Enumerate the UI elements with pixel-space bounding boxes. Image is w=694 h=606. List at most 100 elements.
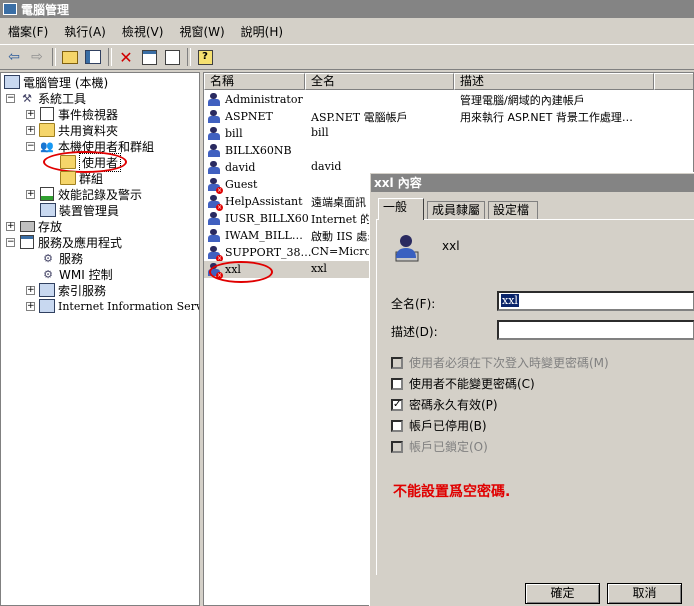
user-name: bill [225, 127, 243, 140]
user-name-cell: IWAM_BILL… [207, 227, 303, 244]
back-icon[interactable]: ⇦ [5, 48, 23, 66]
tree-device-manager[interactable]: 裝置管理員 [40, 202, 119, 218]
user-icon [207, 92, 221, 107]
cancel-button[interactable]: 取消 [607, 583, 682, 604]
tree-storage[interactable]: + 存放 [6, 218, 62, 234]
tree-label: 共用資料夾 [58, 123, 119, 138]
device-manager-icon [40, 203, 56, 217]
services-gear-icon: ⚙ [43, 251, 53, 265]
tree-label: 裝置管理員 [59, 203, 120, 218]
expand-icon[interactable]: + [26, 125, 35, 135]
tree-users[interactable]: 使用者 [60, 152, 122, 172]
fullname-field[interactable]: xxl [497, 291, 694, 311]
tree-shared-folders[interactable]: + 共用資料夾 [26, 122, 118, 138]
export-icon[interactable] [163, 48, 181, 66]
checkbox-box-checked[interactable]: ✓ [391, 398, 403, 411]
expand-icon[interactable]: + [26, 285, 35, 295]
table-row[interactable]: bill bill [204, 125, 693, 142]
checkbox-box[interactable] [391, 356, 403, 369]
column-header-fullname[interactable]: 全名 [305, 73, 454, 90]
tree-system-tools[interactable]: − ⚒ 系統工具 [6, 90, 86, 106]
description-field[interactable] [497, 320, 694, 340]
user-name-cell: × SUPPORT_38… [207, 244, 312, 262]
tree-services[interactable]: ⚙ 服務 [40, 250, 83, 266]
tree-services-apps[interactable]: − 服務及應用程式 [6, 234, 122, 250]
user-disabled-icon: × [207, 177, 223, 194]
user-name: SUPPORT_38… [225, 246, 312, 259]
expand-icon[interactable]: + [26, 109, 35, 119]
table-row[interactable]: ASPNET ASP.NET 電腦帳戶 用來執行 ASP.NET 背景工作處理… [204, 108, 693, 125]
dialog-title: xxl 內容 [371, 174, 694, 192]
tree-wmi[interactable]: ⚙ WMI 控制 [40, 266, 113, 282]
event-viewer-icon [39, 107, 55, 121]
checkbox-label: 帳戶已鎖定(O) [409, 440, 488, 454]
user-name-cell: × Guest [207, 176, 257, 194]
tree-indexing[interactable]: + 索引服務 [26, 282, 106, 298]
user-name-cell: Administrator [207, 91, 303, 108]
checkbox-account-disabled[interactable]: 帳戶已停用(B) [391, 417, 487, 434]
properties-icon[interactable] [140, 48, 158, 66]
description-label: 描述(D): [391, 325, 438, 339]
user-icon [207, 126, 221, 141]
user-fullname: xxl [311, 262, 327, 275]
user-name: david [225, 161, 256, 174]
tree-iis[interactable]: + Internet Information Services [26, 298, 199, 314]
expand-icon[interactable]: + [26, 301, 35, 311]
table-row[interactable]: BILLX60NB [204, 142, 693, 159]
collapse-icon[interactable]: − [6, 93, 15, 103]
user-icon [207, 143, 221, 158]
tree-label: 服務 [59, 251, 84, 266]
collapse-icon[interactable]: − [6, 237, 15, 247]
delete-icon[interactable]: ✕ [117, 48, 135, 67]
show-hide-tree-icon[interactable] [84, 48, 102, 66]
tab-general[interactable]: 一般 [378, 198, 424, 220]
user-fullname: ASP.NET 電腦帳戶 [311, 111, 408, 124]
collapse-icon[interactable]: − [26, 141, 35, 151]
column-header-name[interactable]: 名稱 [204, 73, 305, 90]
expand-icon[interactable]: + [26, 189, 35, 199]
user-description: 管理電腦/網域的內建帳戶 [460, 94, 585, 107]
tree-groups[interactable]: 群組 [60, 170, 103, 186]
user-disabled-icon: × [207, 245, 223, 262]
menu-view[interactable]: 檢視(V) [114, 23, 172, 40]
checkbox-label: 使用者不能變更密碼(C) [409, 377, 535, 391]
menu-action[interactable]: 執行(A) [56, 23, 114, 40]
checkbox-password-never-expires[interactable]: ✓ 密碼永久有效(P) [391, 396, 498, 413]
tools-icon: ⚒ [22, 91, 32, 105]
forward-icon[interactable]: ⇨ [28, 48, 46, 66]
checkbox-cannot-change-password[interactable]: 使用者不能變更密碼(C) [391, 375, 535, 392]
table-row[interactable]: Administrator 管理電腦/網域的內建帳戶 [204, 91, 693, 108]
help-icon[interactable]: ? [196, 48, 214, 66]
menu-file[interactable]: 檔案(F) [0, 23, 56, 40]
user-icon [207, 109, 221, 124]
tree-perf-logs[interactable]: + 效能記錄及警示 [26, 186, 142, 202]
ok-button[interactable]: 確定 [525, 583, 600, 604]
expand-icon[interactable]: + [6, 221, 15, 231]
user-name: BILLX60NB [225, 144, 292, 157]
username-label: xxl [442, 239, 460, 253]
user-large-icon [395, 235, 419, 262]
checkbox-box[interactable] [391, 419, 403, 432]
iis-icon [39, 299, 55, 313]
up-folder-icon[interactable] [61, 48, 79, 66]
user-name-cell: david [207, 159, 255, 176]
user-icon [207, 160, 221, 175]
tab-member-of[interactable]: 成員隸屬 [427, 201, 485, 219]
checkbox-box[interactable] [391, 440, 403, 453]
tree-root[interactable]: 電腦管理 (本機) [4, 74, 108, 90]
checkbox-account-locked[interactable]: 帳戶已鎖定(O) [391, 438, 488, 455]
checkbox-box[interactable] [391, 377, 403, 390]
checkbox-label: 密碼永久有效(P) [409, 398, 498, 412]
tab-profile[interactable]: 設定檔 [488, 201, 538, 219]
user-name: IUSR_BILLX60 [225, 212, 309, 225]
computer-icon [4, 75, 20, 89]
column-header-description[interactable]: 描述 [454, 73, 654, 90]
user-fullname: 啟動 IIS 處: [311, 230, 371, 243]
menu-window[interactable]: 視窗(W) [171, 23, 232, 40]
menu-help[interactable]: 說明(H) [233, 23, 291, 40]
tree-event-viewer[interactable]: + 事件檢視器 [26, 106, 118, 122]
user-name-cell: ASPNET [207, 108, 273, 125]
toolbar-separator [52, 48, 56, 66]
checkbox-must-change-password[interactable]: 使用者必須在下次登入時變更密碼(M) [391, 354, 609, 371]
checkbox-label: 帳戶已停用(B) [409, 419, 487, 433]
